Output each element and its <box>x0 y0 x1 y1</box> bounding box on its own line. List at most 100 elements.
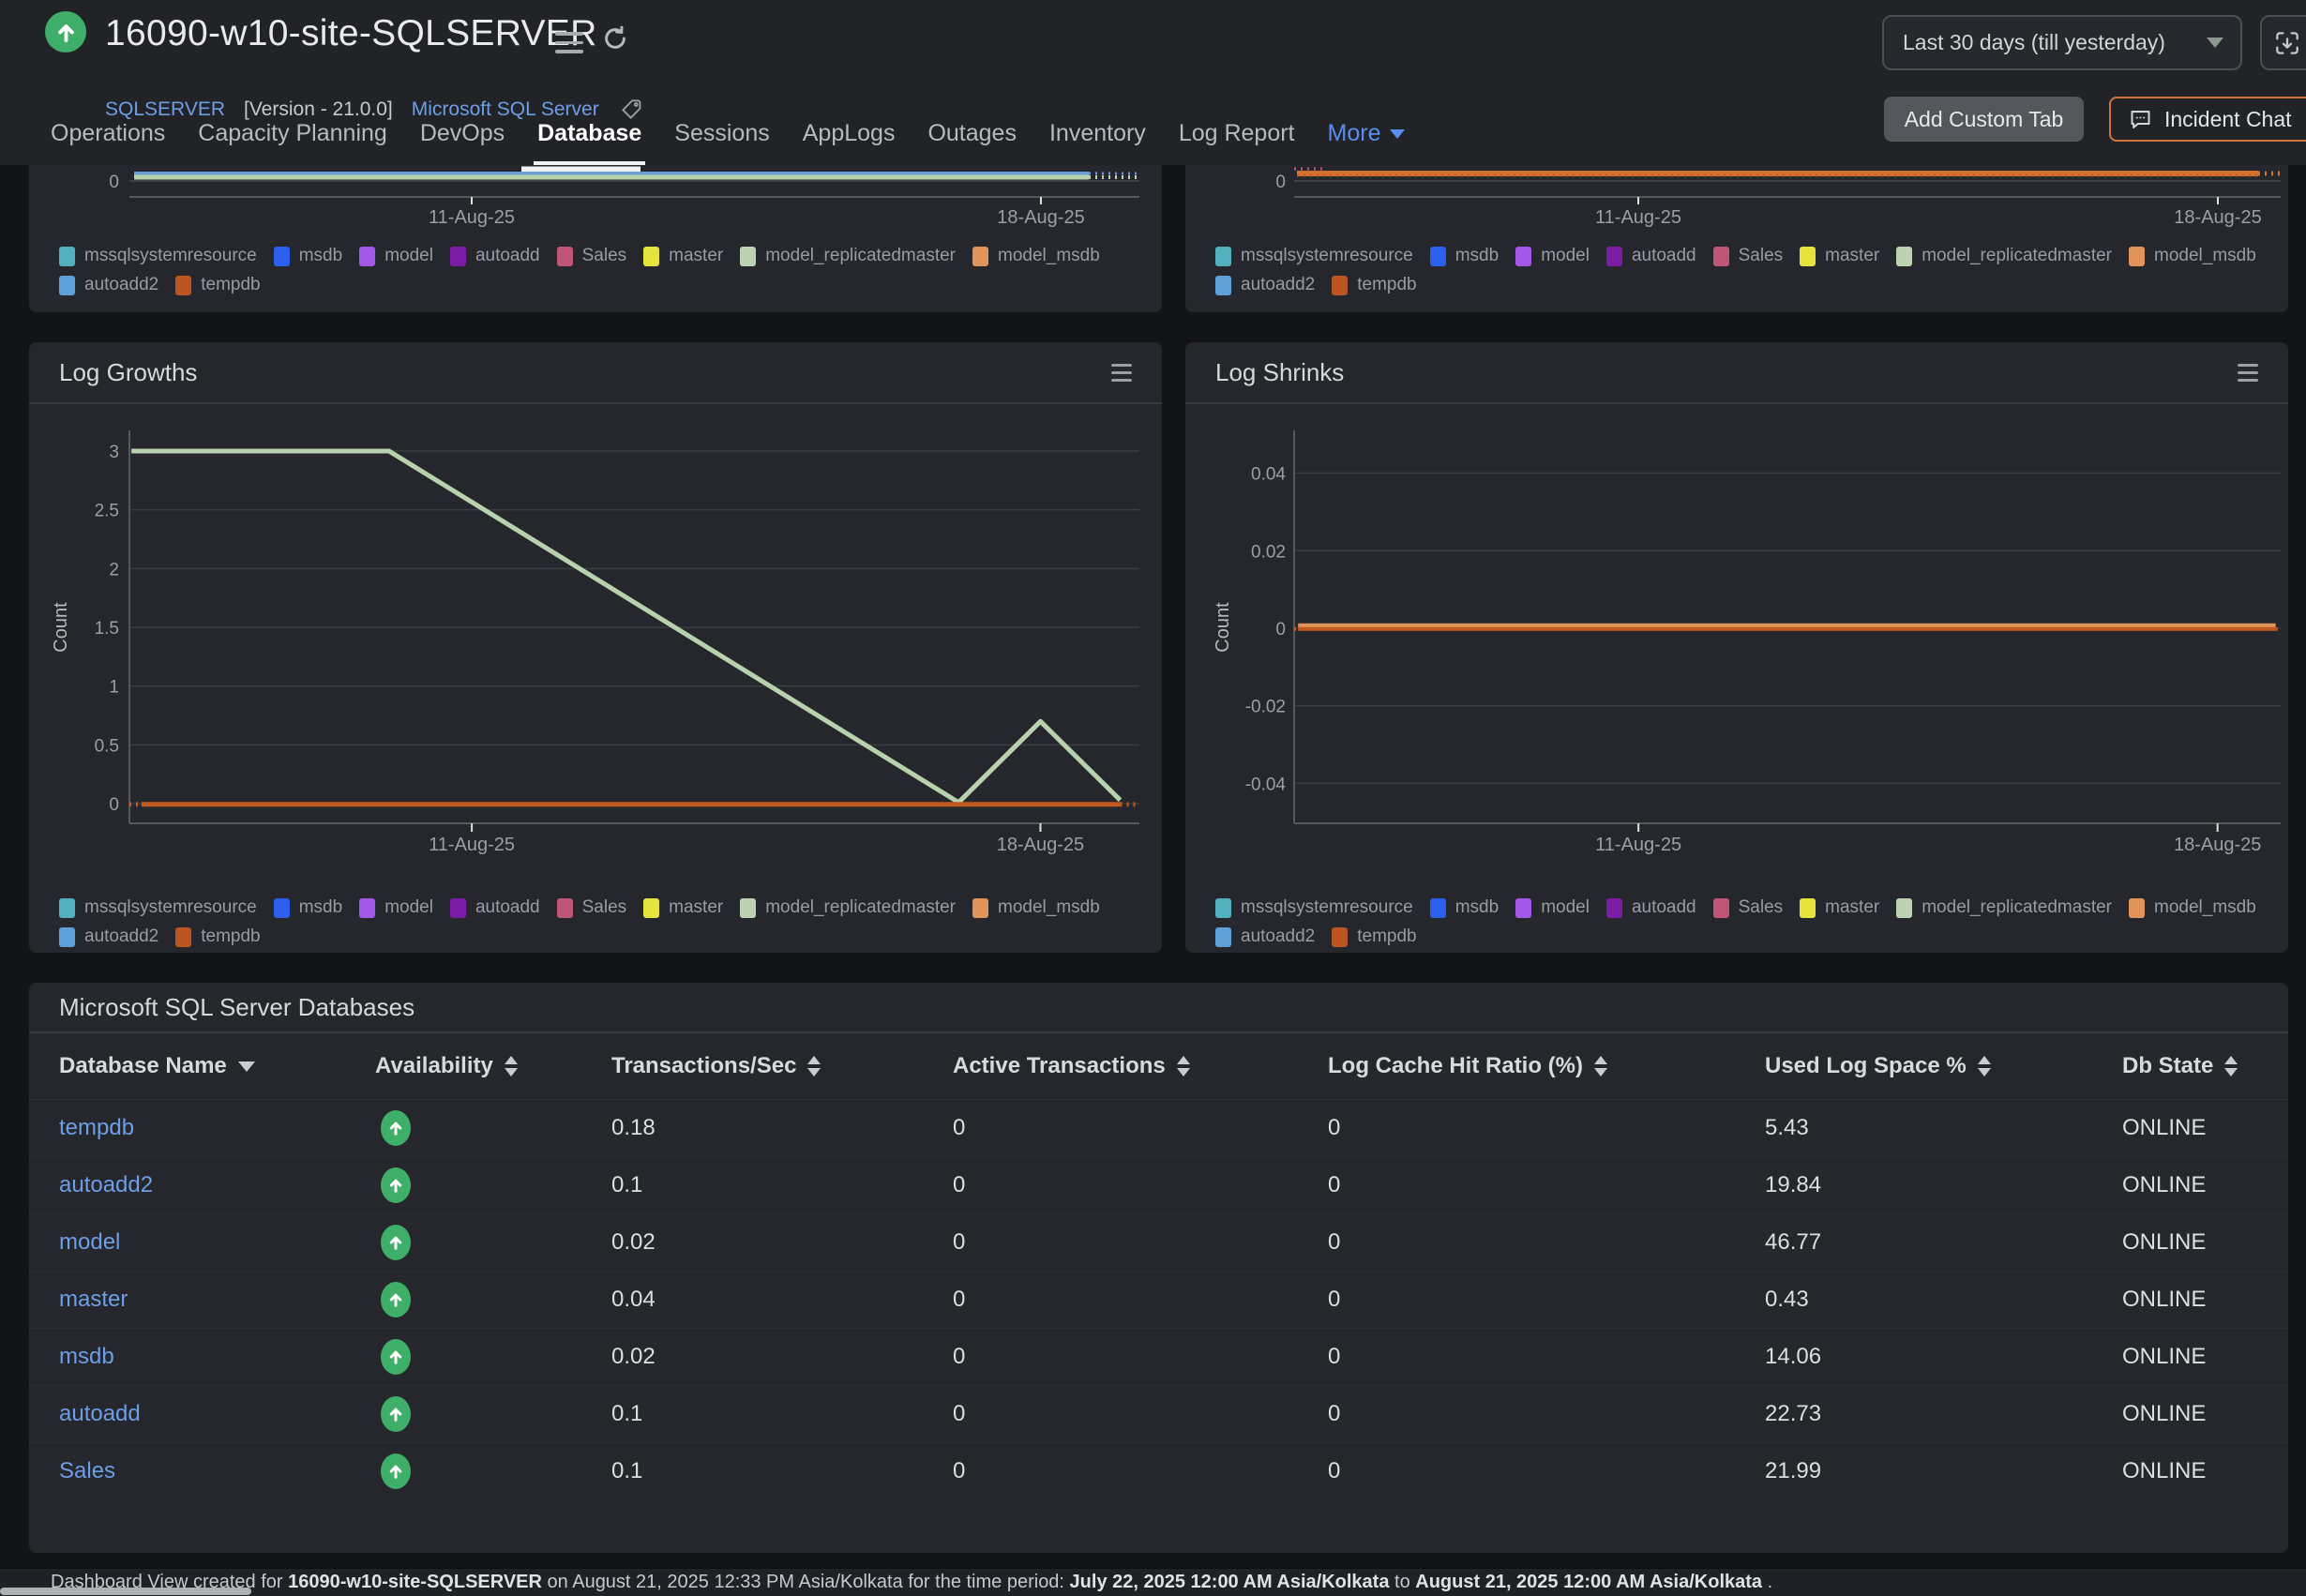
legend-item-mssqlsystemresource[interactable]: mssqlsystemresource <box>1215 246 1413 266</box>
database-link-tempdb[interactable]: tempdb <box>59 1115 134 1140</box>
tab-operations[interactable]: Operations <box>47 120 169 165</box>
legend-item-model-msdb[interactable]: model_msdb <box>972 246 1100 266</box>
legend-item-tempdb[interactable]: tempdb <box>175 926 260 947</box>
legend-item-tempdb[interactable]: tempdb <box>175 275 260 295</box>
legend-item-msdb[interactable]: msdb <box>274 897 342 918</box>
database-link-autoadd2[interactable]: autoadd2 <box>59 1172 153 1197</box>
legend-item-model[interactable]: model <box>359 246 433 266</box>
active-transactions-value: 0 <box>953 1458 965 1483</box>
column-header-transactions-sec[interactable]: Transactions/Sec <box>611 1053 953 1079</box>
monitor-type-link[interactable]: SQLSERVER <box>105 98 225 121</box>
column-header-active-transactions[interactable]: Active Transactions <box>953 1053 1328 1079</box>
legend-swatch <box>557 247 573 266</box>
legend-label: autoadd2 <box>84 926 158 947</box>
log-shrinks-card: Log Shrinks 0.040.020-0.02-0.0411-Aug-25… <box>1185 342 2288 953</box>
legend-item-autoadd[interactable]: autoadd <box>1606 246 1696 266</box>
legend-item-model[interactable]: model <box>1515 246 1590 266</box>
database-link-autoadd[interactable]: autoadd <box>59 1401 141 1426</box>
legend-item-master[interactable]: master <box>643 897 723 918</box>
legend-item-master[interactable]: master <box>643 246 723 266</box>
legend-item-autoadd2[interactable]: autoadd2 <box>1215 275 1315 295</box>
legend-swatch <box>1515 898 1531 918</box>
column-header-db-state[interactable]: Db State <box>2122 1053 2288 1079</box>
legend-label: model_msdb <box>998 897 1100 918</box>
chart-menu-icon[interactable] <box>2238 364 2258 382</box>
legend-item-sales[interactable]: Sales <box>1713 246 1784 266</box>
sort-icon <box>1594 1056 1607 1077</box>
legend-swatch <box>1606 247 1622 266</box>
legend-item-msdb[interactable]: msdb <box>274 246 342 266</box>
tab-outages[interactable]: Outages <box>924 120 1020 165</box>
column-header-used-log-space-[interactable]: Used Log Space % <box>1765 1053 2122 1079</box>
tab-inventory[interactable]: Inventory <box>1046 120 1150 165</box>
tab-applogs[interactable]: AppLogs <box>799 120 899 165</box>
chart-menu-icon[interactable] <box>1111 364 1132 382</box>
chart-legend: mssqlsystemresource msdb model autoadd Sales… <box>29 897 1162 947</box>
chart-legend: mssqlsystemresource msdb model autoadd Sales… <box>1185 897 2288 947</box>
legend-item-mssqlsystemresource[interactable]: mssqlsystemresource <box>59 246 257 266</box>
legend-item-sales[interactable]: Sales <box>557 897 627 918</box>
legend-item-model-replicatedmaster[interactable]: model_replicatedmaster <box>740 246 956 266</box>
legend-item-sales[interactable]: Sales <box>1713 897 1784 918</box>
svg-text:3: 3 <box>109 443 119 462</box>
column-label: Used Log Space % <box>1765 1053 1967 1079</box>
column-header-availability[interactable]: Availability <box>375 1053 611 1079</box>
tab-database[interactable]: Database <box>534 120 645 165</box>
legend-item-model[interactable]: model <box>1515 897 1590 918</box>
legend-item-autoadd[interactable]: autoadd <box>450 897 540 918</box>
legend-item-model-replicatedmaster[interactable]: model_replicatedmaster <box>1896 897 2112 918</box>
legend-item-model[interactable]: model <box>359 897 433 918</box>
legend-swatch <box>1430 898 1446 918</box>
legend-item-tempdb[interactable]: tempdb <box>1332 926 1416 947</box>
availability-up-icon <box>381 1339 411 1375</box>
legend-item-tempdb[interactable]: tempdb <box>1332 275 1416 295</box>
database-link-master[interactable]: master <box>59 1287 128 1312</box>
category-link[interactable]: Microsoft SQL Server <box>412 98 599 121</box>
database-link-sales[interactable]: Sales <box>59 1458 115 1483</box>
used-log-space-value: 19.84 <box>1765 1172 1821 1197</box>
table-row-tempdb: tempdb0.18005.43ONLINE <box>29 1100 2288 1157</box>
legend-label: model_replicatedmaster <box>1922 246 2112 266</box>
tab-log-report[interactable]: Log Report <box>1175 120 1299 165</box>
horizontal-scrollbar[interactable] <box>0 1588 251 1595</box>
time-range-dropdown[interactable]: Last 30 days (till yesterday) <box>1882 15 2242 70</box>
tab-sessions[interactable]: Sessions <box>671 120 773 165</box>
svg-text:Count: Count <box>1213 602 1233 653</box>
legend-item-autoadd2[interactable]: autoadd2 <box>59 275 158 295</box>
time-range-value: Last 30 days (till yesterday) <box>1903 30 2165 55</box>
legend-item-msdb[interactable]: msdb <box>1430 246 1499 266</box>
column-header-database-name[interactable]: Database Name <box>59 1053 375 1079</box>
export-view-button[interactable] <box>2260 15 2306 70</box>
legend-item-autoadd2[interactable]: autoadd2 <box>1215 926 1315 947</box>
legend-item-mssqlsystemresource[interactable]: mssqlsystemresource <box>59 897 257 918</box>
column-header-log-cache-hit-ratio-[interactable]: Log Cache Hit Ratio (%) <box>1328 1053 1765 1079</box>
legend-item-master[interactable]: master <box>1800 897 1879 918</box>
legend-item-autoadd2[interactable]: autoadd2 <box>59 926 158 947</box>
legend-item-sales[interactable]: Sales <box>557 246 627 266</box>
incident-chat-button[interactable]: Incident Chat <box>2109 97 2306 142</box>
legend-item-model-msdb[interactable]: model_msdb <box>2129 897 2256 918</box>
legend-item-msdb[interactable]: msdb <box>1430 897 1499 918</box>
legend-item-model-msdb[interactable]: model_msdb <box>972 897 1100 918</box>
legend-item-model-msdb[interactable]: model_msdb <box>2129 246 2256 266</box>
chart-card-top-left: 011-Aug-2518-Aug-25 mssqlsystemresourcem… <box>29 165 1162 312</box>
tab-more[interactable]: More <box>1324 120 1409 165</box>
database-link-msdb[interactable]: msdb <box>59 1344 114 1369</box>
refresh-icon[interactable] <box>601 24 629 55</box>
legend-item-model-replicatedmaster[interactable]: model_replicatedmaster <box>740 897 956 918</box>
monitor-actions-menu-icon[interactable] <box>555 32 583 53</box>
tag-icon[interactable] <box>620 98 643 121</box>
tab-capacity-planning[interactable]: Capacity Planning <box>194 120 391 165</box>
legend-item-mssqlsystemresource[interactable]: mssqlsystemresource <box>1215 897 1413 918</box>
legend-item-master[interactable]: master <box>1800 246 1879 266</box>
legend-item-autoadd[interactable]: autoadd <box>450 246 540 266</box>
legend-swatch <box>1215 247 1231 266</box>
add-custom-tab-button[interactable]: Add Custom Tab <box>1884 97 2084 142</box>
legend-item-autoadd[interactable]: autoadd <box>1606 897 1696 918</box>
tab-devops[interactable]: DevOps <box>416 120 508 165</box>
table-row-autoadd2: autoadd20.10019.84ONLINE <box>29 1157 2288 1214</box>
legend-item-model-replicatedmaster[interactable]: model_replicatedmaster <box>1896 246 2112 266</box>
column-label: Availability <box>375 1053 493 1079</box>
svg-text:11-Aug-25: 11-Aug-25 <box>429 207 515 228</box>
database-link-model[interactable]: model <box>59 1229 120 1255</box>
